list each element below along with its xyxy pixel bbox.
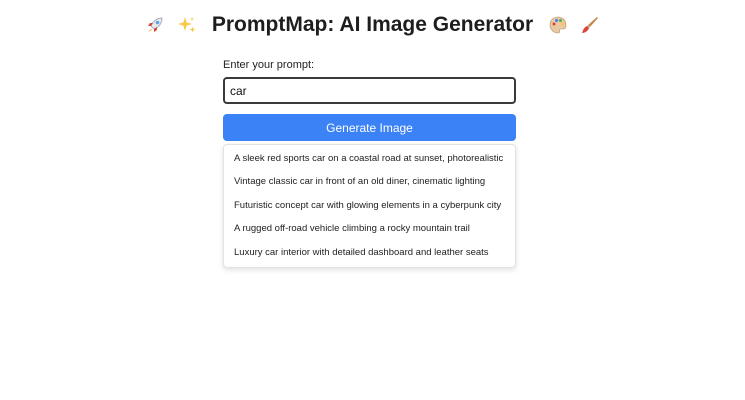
rocket-icon xyxy=(145,15,165,35)
prompt-label: Enter your prompt: xyxy=(223,59,315,71)
suggestion-item[interactable]: Futuristic concept car with glowing elem… xyxy=(224,194,515,217)
suggestion-item[interactable]: A rugged off-road vehicle climbing a roc… xyxy=(224,217,515,240)
generate-image-button[interactable]: Generate Image xyxy=(223,114,516,141)
suggestion-item[interactable]: A sleek red sports car on a coastal road… xyxy=(224,147,515,170)
prompt-form: Enter your prompt: Generate Image A slee… xyxy=(223,58,516,268)
suggestion-item[interactable]: Luxury car interior with detailed dashbo… xyxy=(224,241,515,264)
prompt-input[interactable] xyxy=(223,77,516,104)
palette-icon xyxy=(548,15,568,35)
page: PromptMap: AI Image Generator Enter your… xyxy=(0,0,745,400)
paintbrush-icon xyxy=(580,15,600,35)
page-title: PromptMap: AI Image Generator xyxy=(0,10,745,40)
title-text: PromptMap: AI Image Generator xyxy=(211,13,534,37)
suggestion-item[interactable]: Vintage classic car in front of an old d… xyxy=(224,170,515,193)
sparkles-icon xyxy=(177,15,197,35)
suggestion-dropdown: A sleek red sports car on a coastal road… xyxy=(223,144,516,268)
